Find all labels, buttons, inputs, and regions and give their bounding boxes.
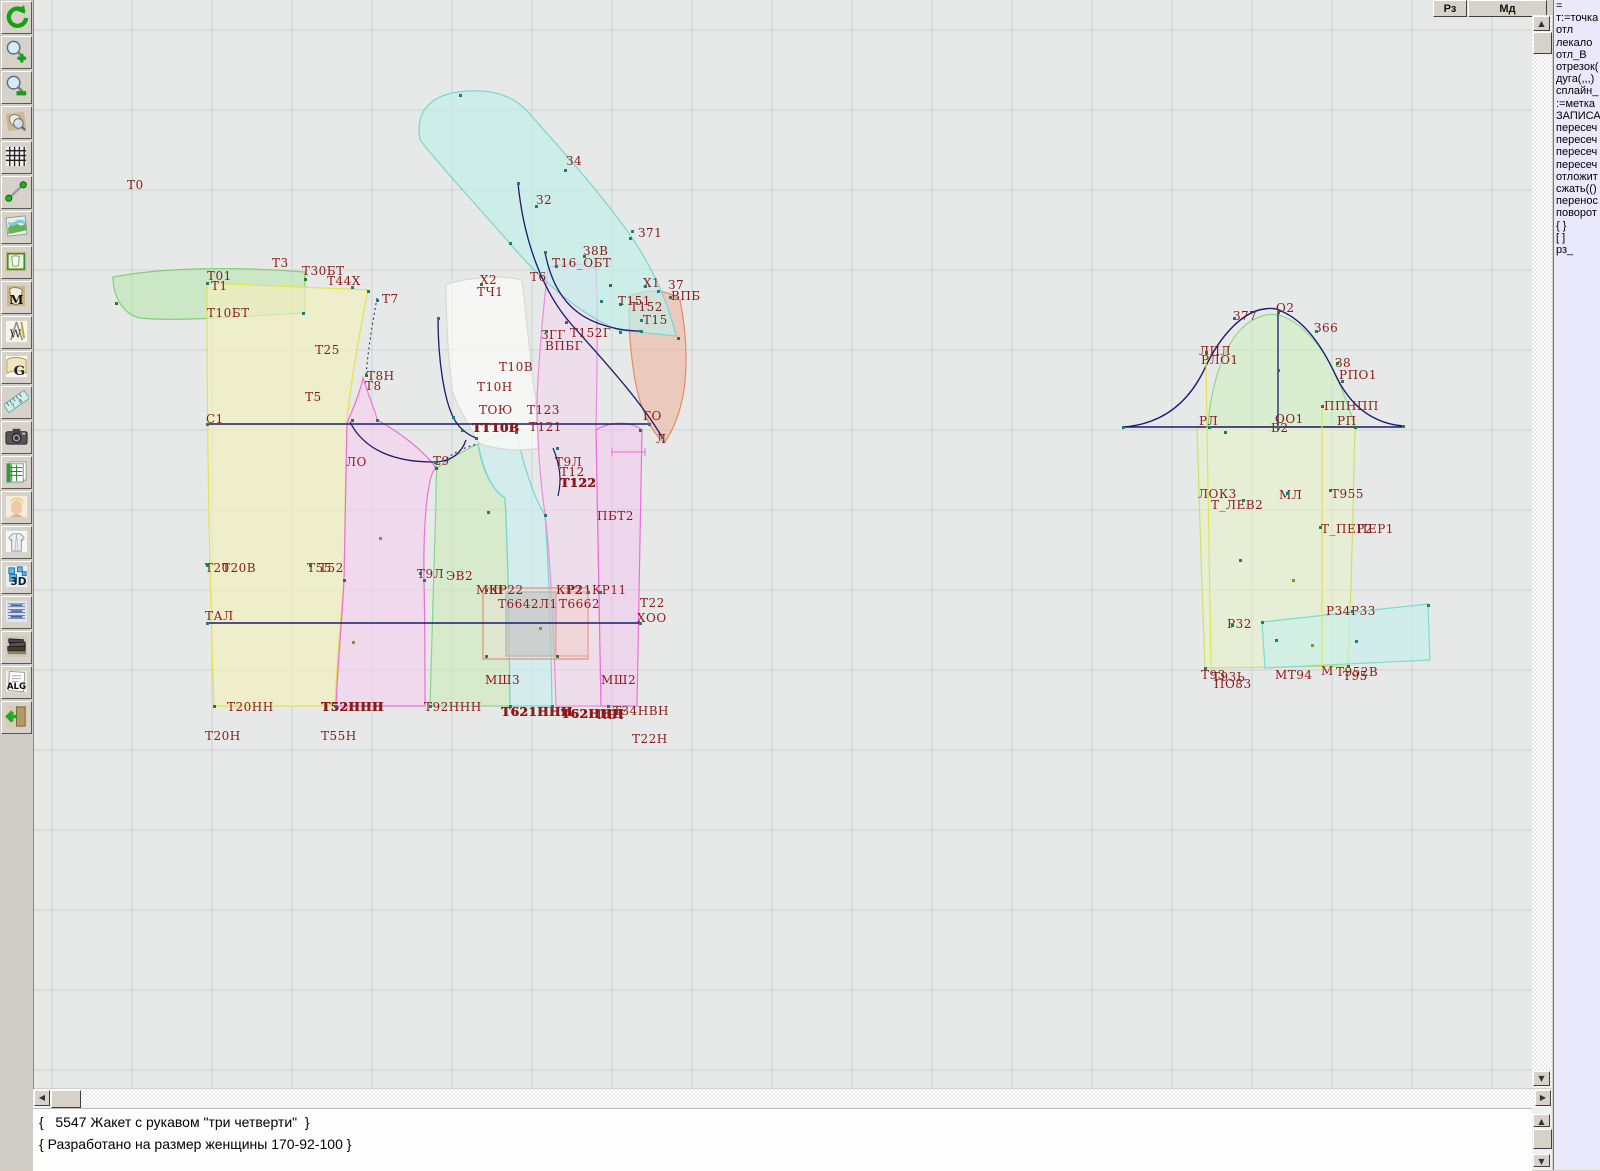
toolbar-button-portrait[interactable] bbox=[1, 491, 32, 524]
svg-text:G: G bbox=[14, 363, 26, 379]
command-item[interactable]: лекало bbox=[1554, 37, 1600, 49]
svg-text:W: W bbox=[10, 326, 22, 340]
toolbar-button-refresh[interactable] bbox=[1, 1, 32, 34]
command-panel: =т:=точкаотллекалоотл_Вотрезок(дуга(,,,)… bbox=[1553, 0, 1600, 1170]
threed-icon: 3D bbox=[4, 564, 29, 589]
zoom-in-icon bbox=[4, 39, 29, 64]
toolbar-button-pattern-m[interactable]: M bbox=[1, 281, 32, 314]
canvas-horizontal-scrollbar[interactable]: ◀ ▶ bbox=[33, 1089, 1552, 1108]
toolbar-button-garment[interactable] bbox=[1, 526, 32, 559]
pattern-frame-icon bbox=[4, 249, 29, 274]
toolbar-button-ruler[interactable]: 78 bbox=[1, 386, 32, 419]
spreadsheet-icon bbox=[4, 459, 29, 484]
toolbar-button-threed[interactable]: 3D bbox=[1, 561, 32, 594]
command-item[interactable]: пересеч bbox=[1554, 122, 1600, 134]
command-item[interactable]: { } bbox=[1554, 220, 1600, 232]
alg-icon: ALG bbox=[4, 669, 29, 694]
horizontal-scroll-thumb[interactable] bbox=[51, 1090, 81, 1108]
command-item[interactable]: отрезок( bbox=[1554, 61, 1600, 73]
toolbar-button-text-list[interactable] bbox=[1, 596, 32, 629]
toolbar-button-measure[interactable] bbox=[1, 176, 32, 209]
command-item[interactable]: сжать(() bbox=[1554, 183, 1600, 195]
toolbar-button-camera[interactable] bbox=[1, 421, 32, 454]
svg-text:3D: 3D bbox=[10, 576, 26, 588]
command-item[interactable]: рз_ bbox=[1554, 244, 1600, 256]
command-item[interactable]: дуга(,,,) bbox=[1554, 73, 1600, 85]
command-item[interactable]: = bbox=[1554, 0, 1600, 12]
toolbar-button-pattern-frame[interactable] bbox=[1, 246, 32, 279]
scroll-down-icon[interactable]: ▼ bbox=[1533, 1071, 1550, 1086]
command-item[interactable]: отл_В bbox=[1554, 49, 1600, 61]
camera-icon bbox=[4, 424, 29, 449]
command-item[interactable]: :=метка bbox=[1554, 98, 1600, 110]
exit-icon bbox=[4, 704, 29, 729]
toolbar-button-zoom-out[interactable] bbox=[1, 71, 32, 104]
console-line: { Разработано на размер женщины 170-92-1… bbox=[39, 1136, 351, 1152]
command-item[interactable]: отл bbox=[1554, 24, 1600, 36]
zoom-out-icon bbox=[4, 74, 29, 99]
toolbar-button-preview[interactable] bbox=[1, 106, 32, 139]
console-scroll-up-icon[interactable]: ▲ bbox=[1533, 1114, 1550, 1127]
preview-icon bbox=[4, 109, 29, 134]
console-scroll-down-icon[interactable]: ▼ bbox=[1533, 1154, 1550, 1167]
compass-w-icon: W bbox=[4, 319, 29, 344]
toolbar-button-compass-w[interactable]: W bbox=[1, 316, 32, 349]
command-item[interactable]: т:=точка bbox=[1554, 12, 1600, 24]
scroll-up-icon[interactable]: ▲ bbox=[1533, 16, 1550, 31]
toolbar-button-exit[interactable] bbox=[1, 701, 32, 734]
drawing-canvas[interactable] bbox=[33, 0, 1532, 1088]
console-line: { 5547 Жакет с рукавом "три четверти" } bbox=[39, 1114, 310, 1130]
canvas-vertical-scrollbar[interactable]: ▲ ▼ bbox=[1532, 15, 1552, 1088]
refresh-icon bbox=[4, 4, 29, 29]
command-item[interactable]: поворот bbox=[1554, 207, 1600, 219]
toolbar-button-books[interactable] bbox=[1, 631, 32, 664]
toolbar-button-alg[interactable]: ALG bbox=[1, 666, 32, 699]
console-scrollbar[interactable]: ▲ ▼ bbox=[1532, 1108, 1552, 1170]
command-item[interactable]: [ ] bbox=[1554, 232, 1600, 244]
vertical-scroll-thumb[interactable] bbox=[1533, 32, 1552, 54]
grid-icon bbox=[4, 144, 29, 169]
command-item[interactable]: пересеч bbox=[1554, 159, 1600, 171]
svg-text:M: M bbox=[10, 292, 24, 307]
command-item[interactable]: сплайн_ bbox=[1554, 85, 1600, 97]
g-doc-icon: G bbox=[4, 354, 29, 379]
toolbar-button-grid[interactable] bbox=[1, 141, 32, 174]
svg-text:ALG: ALG bbox=[7, 682, 26, 692]
toolbar-button-map[interactable] bbox=[1, 211, 32, 244]
pattern-m-icon: M bbox=[4, 284, 29, 309]
toolbar-button-spreadsheet[interactable] bbox=[1, 456, 32, 489]
command-item[interactable]: перенос bbox=[1554, 195, 1600, 207]
command-item[interactable]: отложит bbox=[1554, 171, 1600, 183]
command-item[interactable]: пересеч bbox=[1554, 134, 1600, 146]
books-icon bbox=[4, 634, 29, 659]
rz-button[interactable]: Рз bbox=[1433, 0, 1467, 17]
scroll-left-icon[interactable]: ◀ bbox=[34, 1090, 50, 1106]
command-item[interactable]: пересеч bbox=[1554, 146, 1600, 158]
ruler-icon: 78 bbox=[4, 389, 29, 414]
text-list-icon bbox=[4, 599, 29, 624]
toolbar: M W G 78 3D ALG bbox=[0, 0, 34, 1170]
console-scroll-thumb[interactable] bbox=[1533, 1129, 1552, 1149]
toolbar-button-g-doc[interactable]: G bbox=[1, 351, 32, 384]
portrait-icon bbox=[4, 494, 29, 519]
scroll-right-icon[interactable]: ▶ bbox=[1535, 1090, 1551, 1106]
measure-icon bbox=[4, 179, 29, 204]
command-console[interactable]: { 5547 Жакет с рукавом "три четверти" } … bbox=[33, 1108, 1532, 1171]
command-item[interactable]: ЗАПИСА bbox=[1554, 110, 1600, 122]
map-icon bbox=[4, 214, 29, 239]
garment-icon bbox=[4, 529, 29, 554]
toolbar-button-zoom-in[interactable] bbox=[1, 36, 32, 69]
command-list: =т:=точкаотллекалоотл_Вотрезок(дуга(,,,)… bbox=[1554, 0, 1600, 256]
